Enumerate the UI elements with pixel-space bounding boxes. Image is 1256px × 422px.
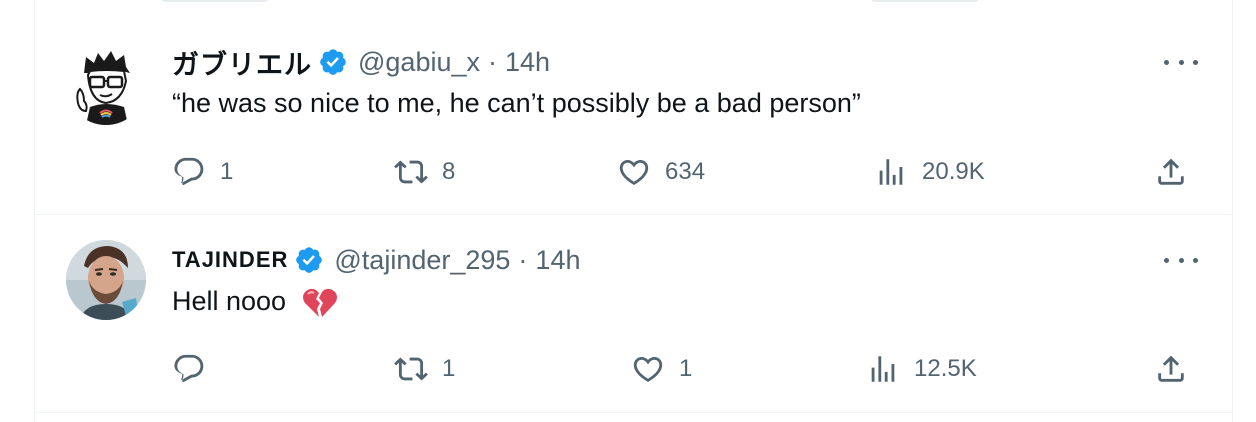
separator: · bbox=[518, 244, 528, 275]
display-name[interactable]: TAJINDER bbox=[172, 247, 288, 273]
timestamp[interactable]: 14h bbox=[505, 47, 550, 78]
views-button[interactable]: 12.5K bbox=[866, 349, 977, 389]
retweet-count: 1 bbox=[442, 355, 456, 382]
view-count: 12.5K bbox=[914, 355, 977, 382]
retweet-count: 8 bbox=[442, 158, 456, 185]
handle[interactable]: @tajinder_295 bbox=[334, 245, 510, 276]
reply-icon bbox=[174, 354, 204, 383]
heart-icon bbox=[633, 356, 663, 382]
share-icon bbox=[1158, 355, 1184, 382]
reply-icon bbox=[174, 157, 204, 186]
heart-icon bbox=[619, 159, 649, 185]
like-button[interactable]: 634 bbox=[617, 152, 705, 192]
retweet-icon bbox=[394, 357, 428, 381]
reply-count: 1 bbox=[220, 158, 234, 185]
tweet-text: “he was so nice to me, he can’t possibly… bbox=[172, 88, 861, 118]
retweet-button[interactable]: 8 bbox=[394, 152, 455, 192]
avatar[interactable] bbox=[66, 240, 146, 320]
tweet-divider bbox=[34, 214, 1231, 215]
views-button[interactable]: 20.9K bbox=[874, 152, 985, 192]
analytics-icon bbox=[879, 159, 903, 185]
retweet-button[interactable]: 1 bbox=[394, 349, 455, 389]
reply-button[interactable]: 1 bbox=[172, 152, 233, 192]
share-icon bbox=[1158, 158, 1184, 185]
share-button[interactable] bbox=[1154, 152, 1188, 192]
like-count: 634 bbox=[665, 158, 706, 185]
display-name[interactable]: ガブリエル bbox=[172, 43, 312, 82]
share-button[interactable] bbox=[1154, 349, 1188, 389]
avatar[interactable] bbox=[66, 45, 146, 125]
separator: · bbox=[488, 46, 497, 77]
more-options-icon[interactable] bbox=[1164, 52, 1198, 72]
previous-tweet-edge bbox=[160, 0, 270, 2]
timestamp[interactable]: 14h bbox=[535, 245, 580, 276]
handle[interactable]: @gabiu_x bbox=[358, 47, 480, 78]
retweet-icon bbox=[394, 160, 428, 184]
verified-badge-icon[interactable] bbox=[318, 47, 348, 77]
like-button[interactable]: 1 bbox=[631, 349, 692, 389]
analytics-icon bbox=[871, 356, 895, 382]
like-count: 1 bbox=[679, 355, 693, 382]
verified-badge-icon[interactable] bbox=[294, 245, 324, 275]
tweet-divider bbox=[34, 412, 1231, 413]
view-count: 20.9K bbox=[922, 158, 985, 185]
tweet-text-container: Hell nooo bbox=[172, 286, 338, 319]
reply-button[interactable] bbox=[172, 349, 220, 389]
broken-heart-icon bbox=[302, 288, 337, 317]
tweet-text: Hell nooo bbox=[172, 286, 287, 316]
more-options-icon[interactable] bbox=[1164, 250, 1198, 270]
previous-tweet-edge bbox=[870, 0, 980, 2]
